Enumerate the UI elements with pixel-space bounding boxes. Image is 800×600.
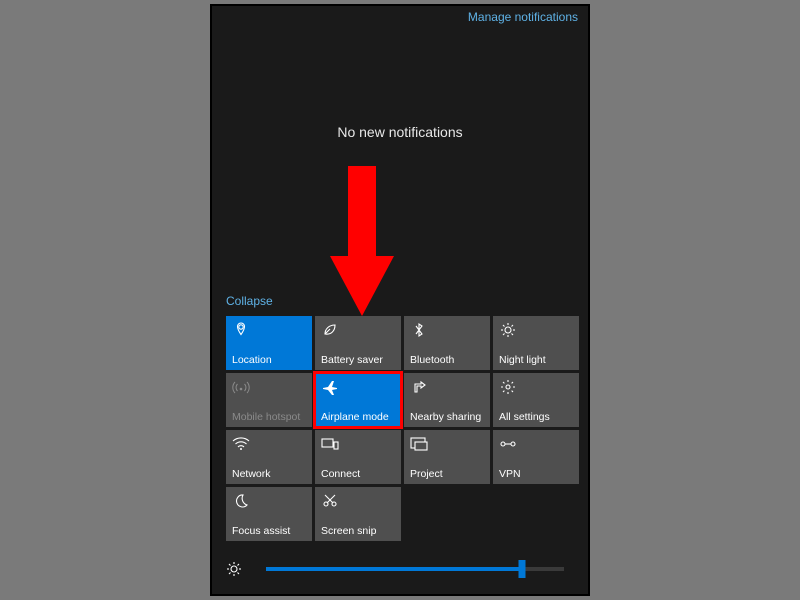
no-notifications-text: No new notifications: [212, 124, 588, 140]
tile-vpn[interactable]: VPN: [493, 430, 579, 484]
tile-label: Nearby sharing: [410, 411, 486, 423]
brightness-icon: [226, 561, 256, 577]
tile-label: Network: [232, 468, 308, 480]
location-icon: [232, 321, 250, 339]
tile-label: All settings: [499, 411, 575, 423]
tile-nearby-sharing[interactable]: Nearby sharing: [404, 373, 490, 427]
tile-bluetooth[interactable]: Bluetooth: [404, 316, 490, 370]
night-light-icon: [499, 321, 517, 339]
quick-actions-grid: Location Battery saver Bluetooth Night l…: [226, 316, 579, 541]
project-icon: [410, 435, 428, 453]
tile-screen-snip[interactable]: Screen snip: [315, 487, 401, 541]
hotspot-icon: [232, 378, 250, 396]
tile-night-light[interactable]: Night light: [493, 316, 579, 370]
brightness-slider[interactable]: [266, 567, 564, 571]
tile-airplane-mode[interactable]: Airplane mode: [315, 373, 401, 427]
collapse-link[interactable]: Collapse: [226, 294, 273, 308]
tile-label: Battery saver: [321, 354, 397, 366]
tile-connect[interactable]: Connect: [315, 430, 401, 484]
slider-fill: [266, 567, 522, 571]
wifi-icon: [232, 435, 250, 453]
tile-label: Location: [232, 354, 308, 366]
tile-label: Focus assist: [232, 525, 308, 537]
tile-all-settings[interactable]: All settings: [493, 373, 579, 427]
tile-label: Screen snip: [321, 525, 397, 537]
leaf-icon: [321, 321, 339, 339]
manage-notifications-link[interactable]: Manage notifications: [468, 10, 578, 24]
snip-icon: [321, 492, 339, 510]
tile-label: Mobile hotspot: [232, 411, 308, 423]
tile-project[interactable]: Project: [404, 430, 490, 484]
tile-label: Project: [410, 468, 486, 480]
tile-location[interactable]: Location: [226, 316, 312, 370]
settings-icon: [499, 378, 517, 396]
tile-battery-saver[interactable]: Battery saver: [315, 316, 401, 370]
connect-icon: [321, 435, 339, 453]
brightness-slider-row: [226, 552, 574, 586]
slider-thumb[interactable]: [519, 560, 526, 578]
action-center-panel: Manage notifications No new notification…: [210, 4, 590, 596]
tile-network[interactable]: Network: [226, 430, 312, 484]
moon-icon: [232, 492, 250, 510]
share-icon: [410, 378, 428, 396]
tile-focus-assist[interactable]: Focus assist: [226, 487, 312, 541]
tile-label: Night light: [499, 354, 575, 366]
tile-label: Bluetooth: [410, 354, 486, 366]
tile-label: Airplane mode: [321, 411, 397, 423]
airplane-icon: [321, 378, 339, 396]
annotation-arrow: [330, 166, 394, 316]
vpn-icon: [499, 435, 517, 453]
tile-label: Connect: [321, 468, 397, 480]
tile-label: VPN: [499, 468, 575, 480]
bluetooth-icon: [410, 321, 428, 339]
tile-mobile-hotspot[interactable]: Mobile hotspot: [226, 373, 312, 427]
